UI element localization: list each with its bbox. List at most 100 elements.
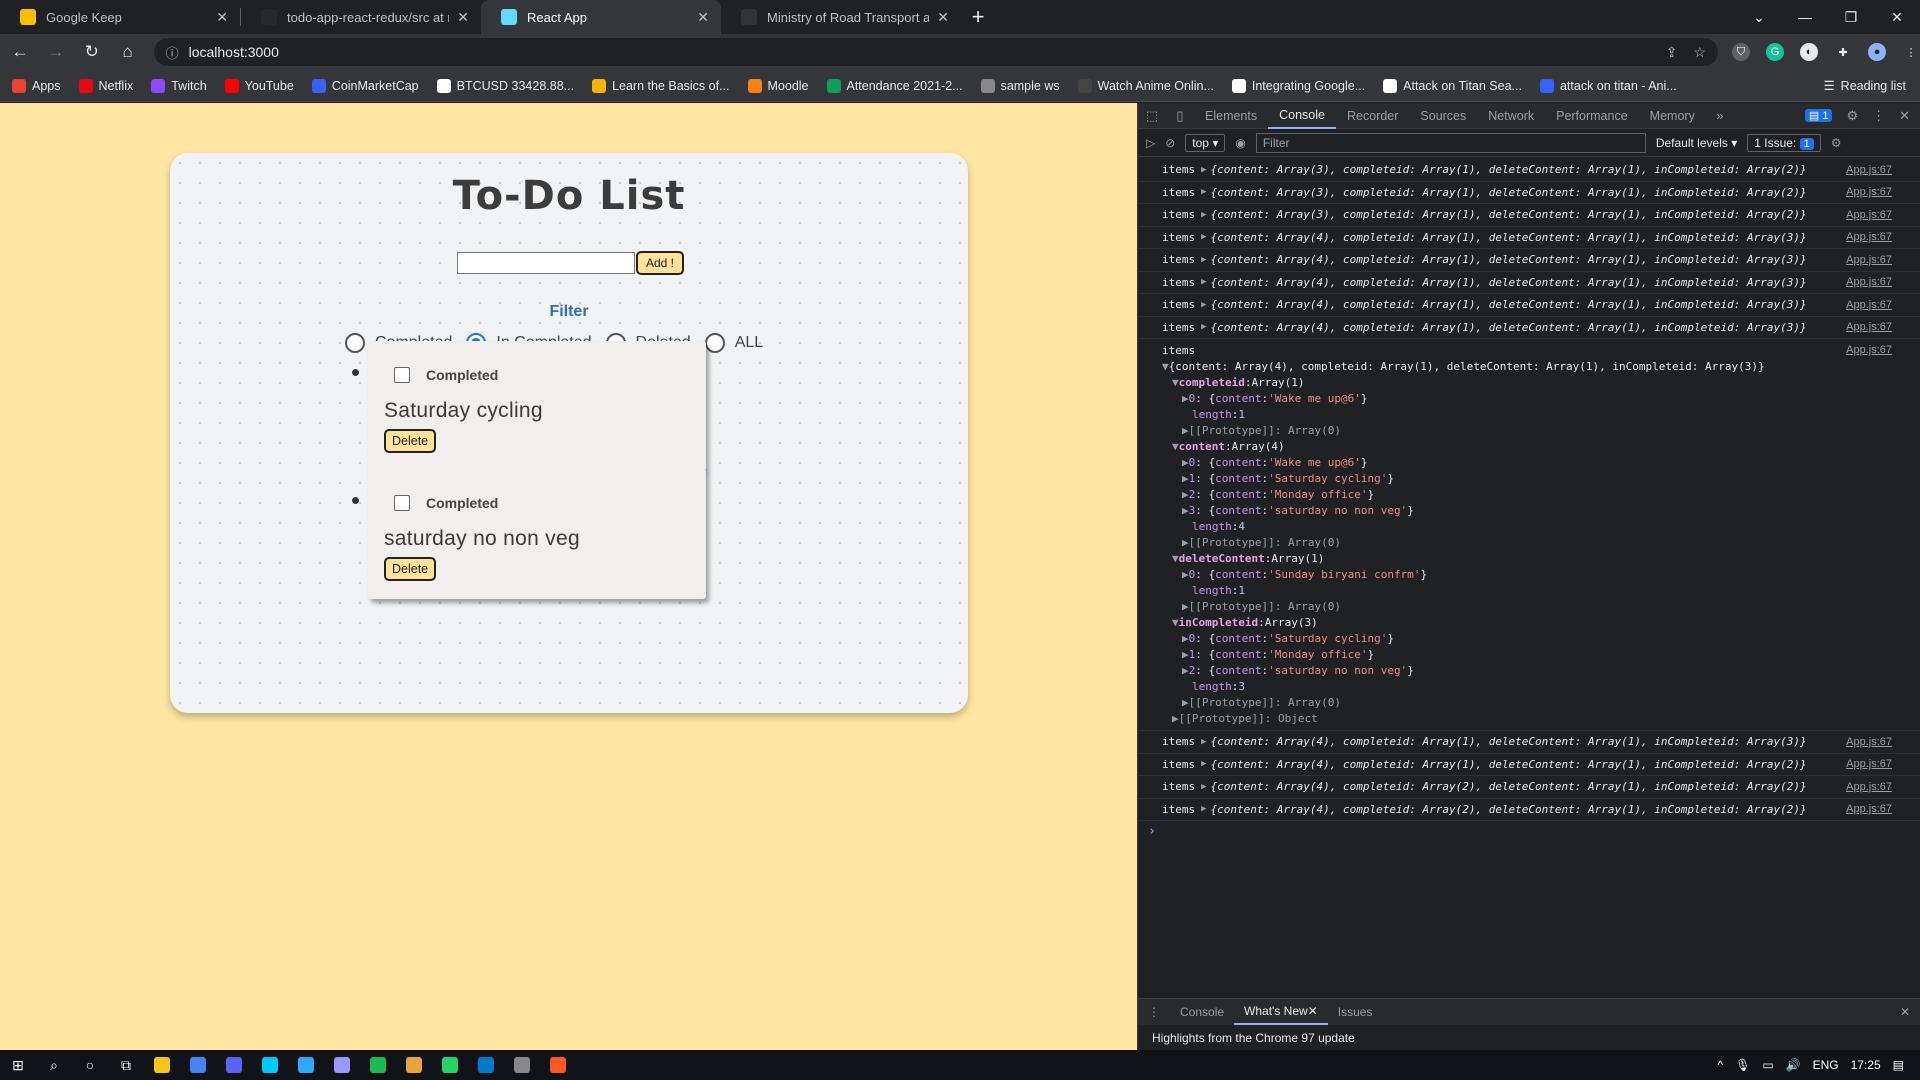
drawer-tab[interactable]: What's New ✕ — [1234, 999, 1328, 1025]
taskbar-app-icon[interactable] — [252, 1050, 288, 1080]
log-levels-dropdown[interactable]: Default levels ▾ — [1656, 136, 1737, 150]
console-log-row[interactable]: items ▶ {content: Array(4), completeid: Ar… — [1138, 754, 1920, 776]
reload-button[interactable]: ↻ — [76, 36, 108, 68]
bookmark-item[interactable]: Learn the Basics of... — [592, 78, 730, 93]
taskbar-app-icon[interactable] — [360, 1050, 396, 1080]
expand-arrow-icon[interactable]: ▶ — [1182, 424, 1189, 437]
collapse-arrow-icon[interactable]: ▼ — [1162, 360, 1169, 373]
expand-arrow-icon[interactable]: ▶ — [1182, 456, 1189, 469]
expand-arrow-icon[interactable]: ▶ — [1201, 300, 1206, 310]
todo-input[interactable] — [457, 252, 635, 274]
site-info-icon[interactable]: ⓘ — [166, 43, 179, 62]
expand-arrow-icon[interactable]: ▶ — [1201, 782, 1206, 792]
source-link[interactable]: App.js:67 — [1846, 299, 1892, 311]
bookmark-item[interactable]: Apps — [12, 78, 61, 93]
inspect-element-icon[interactable]: ⬚ — [1138, 108, 1166, 124]
completed-checkbox[interactable] — [394, 367, 410, 383]
expand-arrow-icon[interactable]: ▶ — [1182, 648, 1189, 661]
source-link[interactable]: App.js:67 — [1846, 781, 1892, 793]
expand-arrow-icon[interactable]: ▶ — [1201, 804, 1206, 814]
expand-arrow-icon[interactable]: ▶ — [1201, 255, 1206, 265]
console-log-row[interactable]: items ▶ {content: Array(4), completeid: Ar… — [1138, 731, 1920, 754]
bookmark-item[interactable]: Moodle — [747, 78, 809, 93]
source-link[interactable]: App.js:67 — [1846, 321, 1892, 333]
source-link[interactable]: App.js:67 — [1846, 209, 1892, 221]
expand-arrow-icon[interactable]: ▶ — [1201, 210, 1206, 220]
completed-checkbox-row[interactable]: Completed — [394, 367, 498, 383]
console-log-row[interactable]: items ▶ {content: Array(4), completeid: Ar… — [1138, 776, 1920, 799]
completed-checkbox[interactable] — [394, 495, 410, 511]
bookmark-item[interactable]: attack on titan - Ani... — [1539, 78, 1677, 93]
messages-badge[interactable]: ▤ 1 — [1804, 109, 1833, 122]
console-log-row[interactable]: items ▶ {content: Array(4), completeid: Ar… — [1138, 249, 1920, 272]
reading-list-button[interactable]: ☰ Reading list — [1823, 78, 1906, 94]
expand-arrow-icon[interactable]: ▶ — [1201, 277, 1206, 287]
close-window-button[interactable]: ✕ — [1874, 0, 1920, 34]
start-button[interactable]: ⊞ — [0, 1050, 36, 1080]
bookmark-item[interactable]: Attendance 2021-2... — [826, 78, 963, 93]
source-link[interactable]: App.js:67 — [1846, 231, 1892, 243]
delete-button[interactable]: Delete — [384, 429, 437, 453]
source-link[interactable]: App.js:67 — [1846, 344, 1892, 356]
language-indicator[interactable]: ENG — [1813, 1058, 1839, 1072]
devtools-tab-recorder[interactable]: Recorder — [1336, 103, 1409, 129]
drawer-tab[interactable]: Console — [1170, 999, 1234, 1025]
console-log-row[interactable]: items ▶ {content: Array(4), completeid: Ar… — [1138, 317, 1920, 339]
forward-button[interactable]: → — [40, 36, 72, 68]
bookmark-item[interactable]: Attack on Titan Sea... — [1383, 78, 1522, 93]
expand-arrow-icon[interactable]: ▶ — [1182, 472, 1189, 485]
bookmark-item[interactable]: BTCUSD 33428.88... — [436, 78, 574, 93]
drawer-menu-icon[interactable]: ⋮ — [1138, 999, 1170, 1025]
share-icon[interactable]: ⇪ — [1666, 44, 1678, 61]
bookmark-item[interactable]: Integrating Google... — [1231, 78, 1365, 93]
source-link[interactable]: App.js:67 — [1846, 186, 1892, 198]
console-log-row[interactable]: items ▶ {content: Array(4), completeid: Ar… — [1138, 227, 1920, 249]
clear-console-icon[interactable]: ⊘ — [1165, 136, 1175, 150]
home-button[interactable]: ⌂ — [112, 36, 144, 68]
issues-button[interactable]: 1 Issue: 1 — [1747, 133, 1821, 152]
profile-avatar[interactable]: ● — [1868, 43, 1887, 61]
browser-tab[interactable]: Google Keep ✕ — [0, 0, 240, 34]
console-log-row[interactable]: items ▶ {content: Array(3), completeid: Ar… — [1138, 159, 1920, 182]
volume-icon[interactable]: 🔊 — [1786, 1058, 1801, 1072]
browser-tab[interactable]: Ministry of Road Transport and H ✕ — [721, 0, 961, 34]
completed-checkbox-row[interactable]: Completed — [394, 495, 498, 511]
expand-arrow-icon[interactable]: ▶ — [1201, 232, 1206, 242]
taskbar-app-icon[interactable] — [288, 1050, 324, 1080]
cortana-icon[interactable]: ○ — [72, 1050, 108, 1080]
notifications-icon[interactable]: ▤ — [1893, 1058, 1904, 1072]
source-link[interactable]: App.js:67 — [1846, 276, 1892, 288]
circle-extension-icon[interactable]: ◐ — [1800, 43, 1819, 61]
taskbar-app-icon[interactable] — [324, 1050, 360, 1080]
console-log-row[interactable]: items ▶ {content: Array(3), completeid: Ar… — [1138, 182, 1920, 204]
taskbar-app-icon[interactable] — [216, 1050, 252, 1080]
console-settings-icon[interactable]: ⚙ — [1831, 136, 1842, 150]
tab-search-icon[interactable]: ⌄ — [1736, 0, 1782, 34]
restore-button[interactable]: ❐ — [1828, 0, 1874, 34]
bookmark-item[interactable]: Twitch — [151, 78, 207, 93]
expand-arrow-icon[interactable]: ▶ — [1201, 759, 1206, 769]
devtools-tab-console[interactable]: Console — [1268, 103, 1336, 129]
source-link[interactable]: App.js:67 — [1846, 164, 1892, 176]
close-tab-icon[interactable]: ✕ — [457, 9, 469, 26]
collapse-arrow-icon[interactable]: ▼ — [1172, 552, 1179, 565]
collapse-arrow-icon[interactable]: ▼ — [1172, 440, 1179, 453]
context-selector[interactable]: top ▾ — [1185, 133, 1226, 152]
console-filter-input[interactable]: Filter — [1255, 132, 1646, 153]
delete-button[interactable]: Delete — [384, 557, 437, 581]
expand-arrow-icon[interactable]: ▶ — [1182, 664, 1189, 677]
menu-kebab-icon[interactable]: ⋮ — [1902, 43, 1920, 61]
close-tab-icon[interactable]: ✕ — [216, 9, 228, 26]
bookmark-item[interactable]: Watch Anime Onlin... — [1077, 78, 1214, 93]
expand-arrow-icon[interactable]: ▶ — [1182, 536, 1189, 549]
taskbar-app-icon[interactable] — [468, 1050, 504, 1080]
radio-circle[interactable] — [345, 333, 365, 353]
microphone-icon[interactable]: 🎙 — [1735, 1058, 1750, 1072]
task-view-icon[interactable]: ⧉ — [108, 1050, 144, 1080]
devtools-tab-sources[interactable]: Sources — [1409, 103, 1477, 129]
bookmark-item[interactable]: CoinMarketCap — [311, 78, 419, 93]
source-link[interactable]: App.js:67 — [1846, 736, 1892, 748]
bookmark-item[interactable]: sample ws — [980, 78, 1060, 93]
settings-gear-icon[interactable]: ⚙ — [1846, 108, 1858, 124]
expand-arrow-icon[interactable]: ▶ — [1182, 632, 1189, 645]
